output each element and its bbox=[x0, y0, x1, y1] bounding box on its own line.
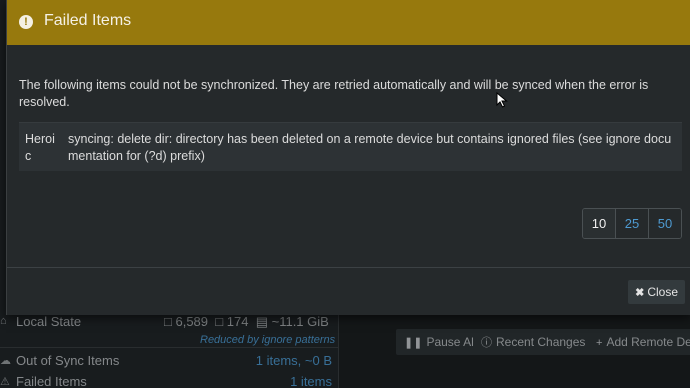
exclamation-circle-icon: ! bbox=[19, 15, 33, 29]
item-error: syncing: delete dir: directory has been … bbox=[68, 132, 672, 163]
close-label: Close bbox=[647, 285, 678, 299]
page-size-selector: 10 25 50 bbox=[582, 208, 682, 239]
page-size-25[interactable]: 25 bbox=[615, 209, 648, 238]
modal-description: The following items could not be synchro… bbox=[19, 78, 649, 109]
page-size-50[interactable]: 50 bbox=[648, 209, 681, 238]
modal-body: The following items could not be synchro… bbox=[7, 45, 690, 267]
failed-items-table: Heroic syncing: delete dir: directory ha… bbox=[19, 122, 682, 171]
close-button[interactable]: ✖ Close bbox=[628, 280, 685, 304]
failed-items-modal: ! Failed Items The following items could… bbox=[6, 0, 690, 315]
item-path: Heroic bbox=[25, 132, 55, 163]
modal-footer: ✖ Close bbox=[7, 267, 690, 316]
modal-title: Failed Items bbox=[44, 12, 132, 29]
page-size-10[interactable]: 10 bbox=[583, 209, 615, 238]
mouse-cursor-icon bbox=[496, 92, 508, 108]
close-icon: ✖ bbox=[635, 287, 645, 299]
app-page: ⌂ Local State □ 6,589 □ 174 ▤ ~11.1 GiB … bbox=[0, 0, 690, 388]
modal-header: ! Failed Items bbox=[7, 0, 690, 45]
